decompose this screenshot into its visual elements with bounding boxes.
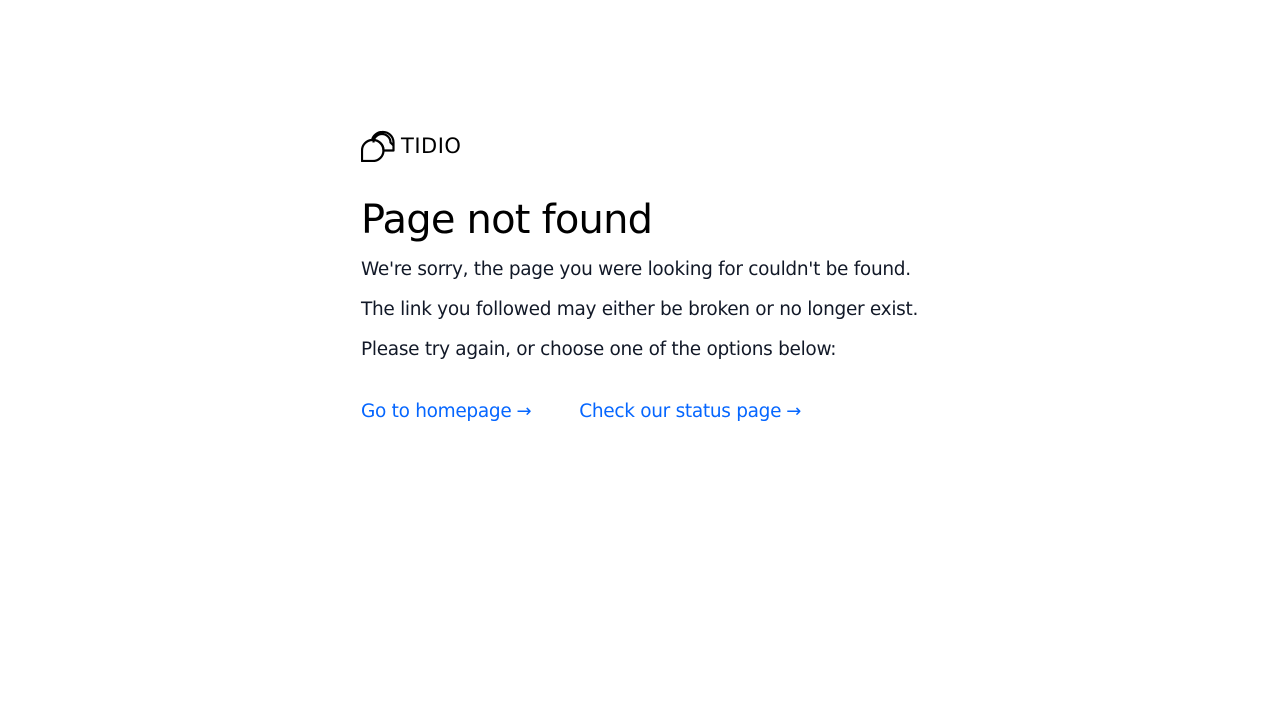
arrow-right-icon: → xyxy=(786,401,801,422)
not-found-container: TIDIO Page not found We're sorry, the pa… xyxy=(361,128,981,424)
homepage-link-label: Go to homepage xyxy=(361,401,512,422)
error-message-1: We're sorry, the page you were looking f… xyxy=(361,259,911,280)
error-message-3: Please try again, or choose one of the o… xyxy=(361,339,837,360)
status-page-link[interactable]: Check our status page → xyxy=(579,400,801,424)
page-title: Page not found xyxy=(361,197,653,243)
brand-logo[interactable]: TIDIO xyxy=(361,128,981,162)
error-message-2: The link you followed may either be brok… xyxy=(361,299,919,320)
tidio-logo-icon xyxy=(361,128,395,162)
action-links: Go to homepage → Check our status page → xyxy=(361,400,981,424)
arrow-right-icon: → xyxy=(516,401,532,422)
brand-name: TIDIO xyxy=(401,133,462,158)
status-page-link-label: Check our status page xyxy=(579,401,782,422)
homepage-link[interactable]: Go to homepage → xyxy=(361,400,532,424)
